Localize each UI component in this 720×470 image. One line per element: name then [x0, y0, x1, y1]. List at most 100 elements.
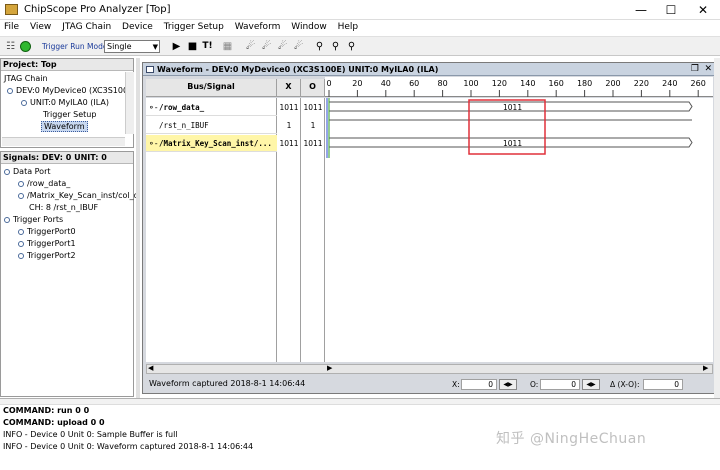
tree-trigger-port1[interactable]: TriggerPort1: [18, 239, 76, 248]
o-value: 1011: [303, 103, 323, 112]
ruler-ticks: 0204060801001201401601802002202402602803…: [326, 79, 706, 97]
trigger-immediate-icon[interactable]: T!: [201, 40, 214, 53]
scroll-left-icon[interactable]: ◀: [148, 364, 153, 372]
tree-trigger-ports[interactable]: Trigger Ports: [4, 215, 63, 224]
menu-device[interactable]: Device: [118, 20, 157, 32]
menu-waveform[interactable]: Waveform: [231, 20, 285, 32]
watermark: 知乎 @NingHeChuan: [496, 431, 647, 447]
x-cursor-label: X:: [452, 380, 460, 389]
menu-file[interactable]: File: [0, 20, 23, 32]
tree-trigger-setup[interactable]: Trigger Setup: [43, 110, 96, 119]
tree-device0-label: DEV:0 MyDevice0 (XC3S100E: [16, 86, 134, 95]
bus-expand-icon[interactable]: ⚬-: [148, 103, 158, 112]
ruler-tick-label: 0: [326, 79, 331, 88]
ruler-tick-label: 200: [605, 79, 620, 88]
splitter[interactable]: [136, 58, 140, 398]
run-icon[interactable]: ▶: [170, 40, 183, 53]
o-cursor-label: O:: [530, 380, 539, 389]
connect-icon[interactable]: [20, 41, 31, 52]
ruler-tick-label: 80: [438, 79, 448, 88]
capture-status: Waveform captured 2018-8-1 14:06:44: [149, 379, 306, 388]
cursor-icon[interactable]: ☄: [244, 40, 257, 53]
signal-name: /Matrix_Key_Scan_inst/...: [159, 139, 272, 148]
column-x[interactable]: X: [277, 79, 301, 97]
ruler-tick-label: 140: [520, 79, 535, 88]
grid-icon[interactable]: ▦: [221, 40, 234, 53]
bus-value-label: 1011: [503, 139, 523, 148]
tree-row-data[interactable]: /row_data_: [18, 179, 70, 188]
project-scrollbar[interactable]: [125, 72, 134, 134]
menu-trigger-setup[interactable]: Trigger Setup: [160, 20, 228, 32]
o-value-column: [301, 98, 325, 362]
zoom-fit-icon[interactable]: ⚲: [345, 40, 358, 53]
ruler-tick-label: 60: [409, 79, 419, 88]
bus-expand-icon[interactable]: ⚬-: [148, 139, 158, 148]
menu-help[interactable]: Help: [334, 20, 363, 32]
menu-jtag-chain[interactable]: JTAG Chain: [58, 20, 115, 32]
tree-trigger-port0[interactable]: TriggerPort0: [18, 227, 76, 236]
o-cursor-stepper[interactable]: ◀▶: [582, 379, 600, 390]
bus-value-label: 1011: [503, 103, 523, 112]
maximize-button[interactable]: ☐: [656, 2, 686, 18]
tree-unit0-label: UNIT:0 MyILA0 (ILA): [30, 98, 109, 107]
signals-pane: Signals: DEV: 0 UNIT: 0 Data Port /row_d…: [0, 151, 139, 397]
tree-data-port[interactable]: Data Port: [4, 167, 51, 176]
node-icon: [4, 168, 10, 175]
tree-unit0[interactable]: UNIT:0 MyILA0 (ILA): [21, 98, 109, 107]
ruler-tick-label: 120: [492, 79, 507, 88]
node-icon: [4, 216, 10, 223]
tree-trigger-port2[interactable]: TriggerPort2: [18, 251, 76, 260]
node-icon: [7, 87, 13, 94]
tree-device0[interactable]: DEV:0 MyDevice0 (XC3S100E: [7, 86, 133, 95]
x-value-column: [277, 98, 301, 362]
project-hscrollbar[interactable]: [2, 137, 125, 146]
o-cursor-field[interactable]: 0: [540, 379, 580, 390]
chain-icon[interactable]: ☷: [4, 40, 17, 53]
o-value: 1011: [303, 139, 323, 148]
cursor-prev-icon[interactable]: ☄: [260, 40, 273, 53]
trigger-mode-select[interactable]: Single ▼: [104, 40, 160, 53]
menu-window[interactable]: Window: [287, 20, 331, 32]
cursor-next-icon[interactable]: ☄: [276, 40, 289, 53]
column-bus-signal[interactable]: Bus/Signal: [146, 79, 277, 97]
stop-icon[interactable]: ■: [186, 40, 199, 53]
ruler-tick-label: 220: [634, 79, 649, 88]
waveform-hscrollbar[interactable]: ◀ ▶ ▶: [146, 364, 713, 374]
delta-label: Δ (X-O):: [610, 380, 640, 389]
ruler-tick-label: 160: [549, 79, 564, 88]
signal-row[interactable]: ⚬- /row_data_: [146, 99, 277, 116]
node-icon: [18, 240, 24, 247]
menu-view[interactable]: View: [26, 20, 55, 32]
project-header: Project: Top: [1, 59, 133, 71]
ruler-tick-label: 260: [691, 79, 706, 88]
node-icon: [18, 252, 24, 259]
restore-icon[interactable]: ❐: [691, 63, 699, 76]
x-cursor-field[interactable]: 0: [461, 379, 497, 390]
close-button[interactable]: ✕: [688, 2, 718, 18]
scroll-right-icon[interactable]: ▶: [327, 364, 332, 372]
signal-row[interactable]: /rst_n_IBUF: [146, 117, 277, 134]
x-cursor-stepper[interactable]: ◀▶: [499, 379, 517, 390]
column-o[interactable]: O: [301, 79, 325, 97]
tree-rst-n[interactable]: CH: 8 /rst_n_IBUF: [29, 203, 98, 212]
app-icon: [5, 4, 18, 15]
tree-trigger-ports-label: Trigger Ports: [13, 215, 64, 224]
signal-row[interactable]: ⚬- /Matrix_Key_Scan_inst/...: [146, 135, 277, 152]
marker-icon[interactable]: ☄: [292, 40, 305, 53]
zoom-in-icon[interactable]: ⚲: [313, 40, 326, 53]
main-vscrollbar[interactable]: [714, 58, 720, 398]
minimize-button[interactable]: —: [626, 2, 656, 18]
waveform-window: Waveform - DEV:0 MyDevice0 (XC3S100E) UN…: [142, 62, 716, 394]
scroll-right-end-icon[interactable]: ▶: [703, 364, 708, 372]
zoom-out-icon[interactable]: ⚲: [329, 40, 342, 53]
tree-waveform[interactable]: Waveform: [41, 121, 88, 132]
ruler-tick-label: 180: [577, 79, 592, 88]
x-value: 1: [286, 121, 292, 130]
close-window-icon[interactable]: ✕: [704, 63, 712, 76]
timeline-ruler[interactable]: 0204060801001201401601802002202402602803…: [325, 77, 713, 97]
tree-col-data[interactable]: /Matrix_Key_Scan_inst/col_d: [18, 191, 139, 200]
ruler-tick-label: 100: [463, 79, 478, 88]
tree-jtag-chain[interactable]: JTAG Chain: [4, 74, 48, 83]
waveform-title-text: Waveform - DEV:0 MyDevice0 (XC3S100E) UN…: [157, 65, 439, 74]
window-title: ChipScope Pro Analyzer [Top]: [24, 4, 171, 15]
